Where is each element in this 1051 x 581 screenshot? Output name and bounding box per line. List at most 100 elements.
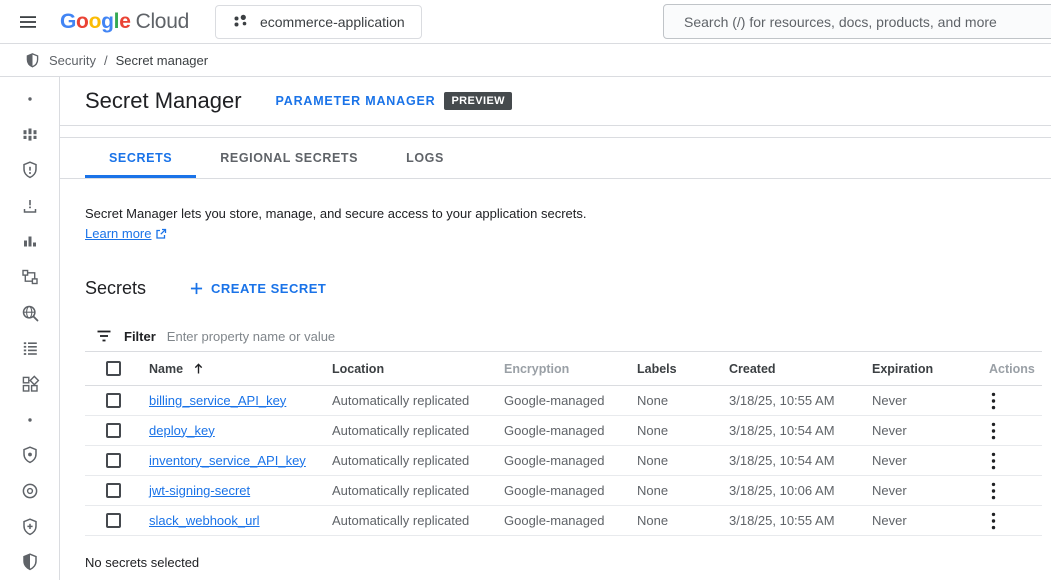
- table-row: billing_service_API_key Automatically re…: [85, 386, 1042, 416]
- bar-chart-icon: [20, 231, 40, 251]
- sidebar-item-findings[interactable]: [0, 330, 60, 366]
- components-icon: [20, 374, 40, 394]
- sidebar-item-shield-profile[interactable]: [0, 437, 60, 473]
- menu-icon[interactable]: [14, 8, 42, 36]
- secrets-section-header: Secrets CREATE SECRET: [85, 275, 1051, 302]
- row-actions-menu-button[interactable]: [989, 510, 1004, 532]
- cell-location: Automatically replicated: [332, 423, 504, 438]
- column-header-name[interactable]: Name: [149, 362, 332, 376]
- import-alert-icon: [20, 196, 40, 216]
- cell-location: Automatically replicated: [332, 453, 504, 468]
- secret-name-link[interactable]: billing_service_API_key: [149, 393, 286, 408]
- page-title: Secret Manager: [85, 88, 242, 114]
- secret-name-link[interactable]: jwt-signing-secret: [149, 483, 250, 498]
- sidebar-item-dot-1[interactable]: [0, 81, 60, 117]
- header-divider: [60, 126, 1051, 138]
- sidebar-item-compliance[interactable]: [0, 473, 60, 509]
- kebab-menu-icon: [991, 422, 996, 440]
- shield-plus-icon: [20, 517, 40, 537]
- sidebar-item-import[interactable]: [0, 188, 60, 224]
- column-header-location: Location: [332, 362, 504, 376]
- sidebar-item-components[interactable]: [0, 366, 60, 402]
- kebab-menu-icon: [991, 452, 996, 470]
- cell-created: 3/18/25, 10:54 AM: [729, 453, 872, 468]
- filter-label: Filter: [124, 329, 156, 344]
- globe-search-icon: [20, 303, 40, 323]
- row-actions-menu-button[interactable]: [989, 450, 1004, 472]
- sidebar-item-secret-manager[interactable]: [0, 544, 60, 580]
- cell-created: 3/18/25, 10:06 AM: [729, 483, 872, 498]
- row-actions-menu-button[interactable]: [989, 480, 1004, 502]
- table-row: deploy_key Automatically replicated Goog…: [85, 416, 1042, 446]
- breadcrumb-separator: /: [104, 53, 108, 68]
- tab-regional-secrets[interactable]: REGIONAL SECRETS: [196, 138, 382, 178]
- row-checkbox[interactable]: [106, 393, 121, 408]
- row-checkbox[interactable]: [106, 423, 121, 438]
- table-row: slack_webhook_url Automatically replicat…: [85, 506, 1042, 536]
- tab-logs[interactable]: LOGS: [382, 138, 468, 178]
- cell-expiration: Never: [872, 393, 989, 408]
- table-row: inventory_service_API_key Automatically …: [85, 446, 1042, 476]
- cell-encryption: Google-managed: [504, 513, 637, 528]
- sidebar-item-scanner[interactable]: [0, 295, 60, 331]
- breadcrumb-security-link[interactable]: Security: [49, 53, 96, 68]
- cell-location: Automatically replicated: [332, 483, 504, 498]
- project-name: ecommerce-application: [260, 14, 405, 30]
- cell-expiration: Never: [872, 423, 989, 438]
- filter-input[interactable]: [167, 329, 1042, 344]
- sidebar-item-dot-2[interactable]: [0, 402, 60, 438]
- network-topology-icon: [20, 267, 40, 287]
- row-actions-menu-button[interactable]: [989, 390, 1004, 412]
- sidebar-item-shield-plus[interactable]: [0, 509, 60, 545]
- search-input[interactable]: [663, 4, 1051, 39]
- table-row: jwt-signing-secret Automatically replica…: [85, 476, 1042, 506]
- cell-labels: None: [637, 483, 729, 498]
- kebab-menu-icon: [991, 482, 996, 500]
- tab-secrets[interactable]: SECRETS: [85, 138, 196, 178]
- secret-name-link[interactable]: inventory_service_API_key: [149, 453, 306, 468]
- main-panel: Secret Manager PARAMETER MANAGER PREVIEW…: [60, 77, 1051, 580]
- cell-created: 3/18/25, 10:54 AM: [729, 423, 872, 438]
- plus-icon: [190, 282, 203, 295]
- sidebar-item-asset-inventory[interactable]: [0, 117, 60, 153]
- cloud-logo-word: Cloud: [136, 10, 189, 34]
- column-header-actions: Actions: [989, 362, 1042, 376]
- sidebar-nav: [0, 77, 60, 580]
- row-checkbox[interactable]: [106, 513, 121, 528]
- page-header: Secret Manager PARAMETER MANAGER PREVIEW: [60, 77, 1051, 126]
- list-icon: [20, 338, 40, 358]
- cell-encryption: Google-managed: [504, 423, 637, 438]
- breadcrumb: Security / Secret manager: [0, 44, 1051, 77]
- kebab-menu-icon: [991, 512, 996, 530]
- row-checkbox[interactable]: [106, 453, 121, 468]
- row-checkbox[interactable]: [106, 483, 121, 498]
- column-header-encryption: Encryption: [504, 362, 637, 376]
- google-cloud-logo: Google Cloud: [60, 10, 189, 34]
- cell-expiration: Never: [872, 513, 989, 528]
- preview-badge: PREVIEW: [444, 92, 512, 110]
- cell-expiration: Never: [872, 483, 989, 498]
- cell-labels: None: [637, 513, 729, 528]
- sort-ascending-icon: [193, 362, 204, 375]
- breadcrumb-current-page: Secret manager: [116, 53, 209, 68]
- secret-name-link[interactable]: slack_webhook_url: [149, 513, 260, 528]
- column-header-expiration: Expiration: [872, 362, 989, 376]
- project-selector[interactable]: ecommerce-application: [215, 5, 422, 39]
- secrets-table-panel: Filter Name Location Encryption Labels C…: [85, 321, 1042, 536]
- dot-icon: [20, 410, 40, 430]
- row-actions-menu-button[interactable]: [989, 420, 1004, 442]
- learn-more-link[interactable]: Learn more: [85, 224, 167, 244]
- select-all-checkbox[interactable]: [106, 361, 121, 376]
- sidebar-item-reports[interactable]: [0, 224, 60, 260]
- secret-name-link[interactable]: deploy_key: [149, 423, 215, 438]
- parameter-manager-link[interactable]: PARAMETER MANAGER: [276, 94, 436, 108]
- sidebar-item-topology[interactable]: [0, 259, 60, 295]
- cell-encryption: Google-managed: [504, 453, 637, 468]
- sidebar-item-shield-alert[interactable]: [0, 152, 60, 188]
- cell-encryption: Google-managed: [504, 393, 637, 408]
- create-secret-button[interactable]: CREATE SECRET: [182, 275, 334, 302]
- cell-created: 3/18/25, 10:55 AM: [729, 513, 872, 528]
- secret-manager-shield-icon: [20, 552, 40, 572]
- google-logo-word: Google: [60, 10, 131, 34]
- cell-location: Automatically replicated: [332, 513, 504, 528]
